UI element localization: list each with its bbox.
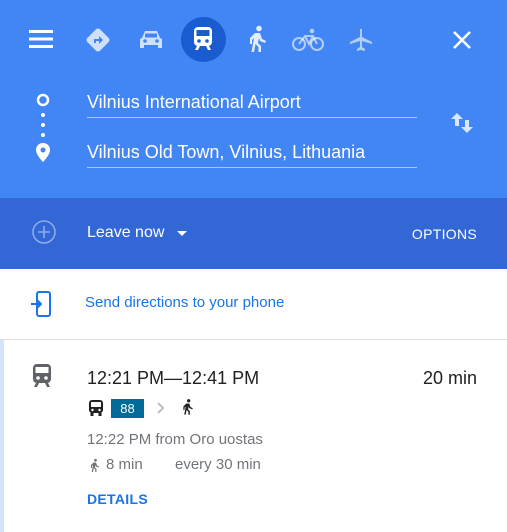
route-duration: 20 min — [422, 368, 477, 388]
bus-number-badge: 88 — [111, 399, 144, 418]
leave-now-label: Leave now — [87, 224, 165, 242]
route-selected-indicator — [0, 340, 4, 532]
destination-input[interactable]: Vilnius Old Town, Vilnius, Lithuania — [87, 138, 417, 168]
walking-icon[interactable] — [242, 24, 272, 54]
details-button[interactable]: DETAILS — [87, 490, 148, 508]
route-dot — [41, 123, 45, 127]
walking-icon — [87, 456, 101, 474]
add-destination-icon[interactable] — [30, 218, 58, 246]
car-icon[interactable] — [136, 25, 166, 55]
chevron-down-icon — [176, 222, 187, 244]
send-directions-link[interactable]: Send directions to your phone — [85, 293, 284, 313]
menu-icon[interactable] — [27, 27, 55, 51]
walking-icon — [179, 397, 195, 417]
swap-icon[interactable] — [448, 109, 476, 137]
leave-now-dropdown[interactable]: Leave now — [87, 222, 187, 244]
route-dot — [41, 133, 45, 137]
frequency: every 30 min — [175, 456, 261, 473]
destination-pin-icon — [33, 141, 53, 163]
route-option[interactable]: 12:21 PM—12:41 PM 20 min 88 12:22 PM fro… — [0, 340, 507, 532]
bicycle-icon[interactable] — [291, 25, 325, 55]
bus-icon — [87, 398, 105, 418]
close-icon[interactable] — [448, 26, 476, 54]
directions-diamond-icon[interactable] — [83, 25, 113, 55]
departure-info: 12:22 PM from Oro uostas — [87, 431, 263, 448]
route-dot — [41, 113, 45, 117]
options-button[interactable]: OPTIONS — [412, 224, 477, 244]
route-time-range: 12:21 PM—12:41 PM — [87, 368, 260, 388]
origin-circle-icon — [34, 91, 52, 109]
origin-input[interactable]: Vilnius International Airport — [87, 88, 417, 118]
train-icon — [29, 362, 55, 390]
chevron-right-icon — [155, 400, 167, 416]
send-to-phone-icon[interactable] — [29, 290, 53, 318]
airplane-icon[interactable] — [346, 25, 376, 55]
directions-header: Vilnius International Airport Vilnius Ol… — [0, 0, 507, 198]
train-icon[interactable] — [188, 24, 218, 54]
walk-time: 8 min — [106, 456, 143, 473]
